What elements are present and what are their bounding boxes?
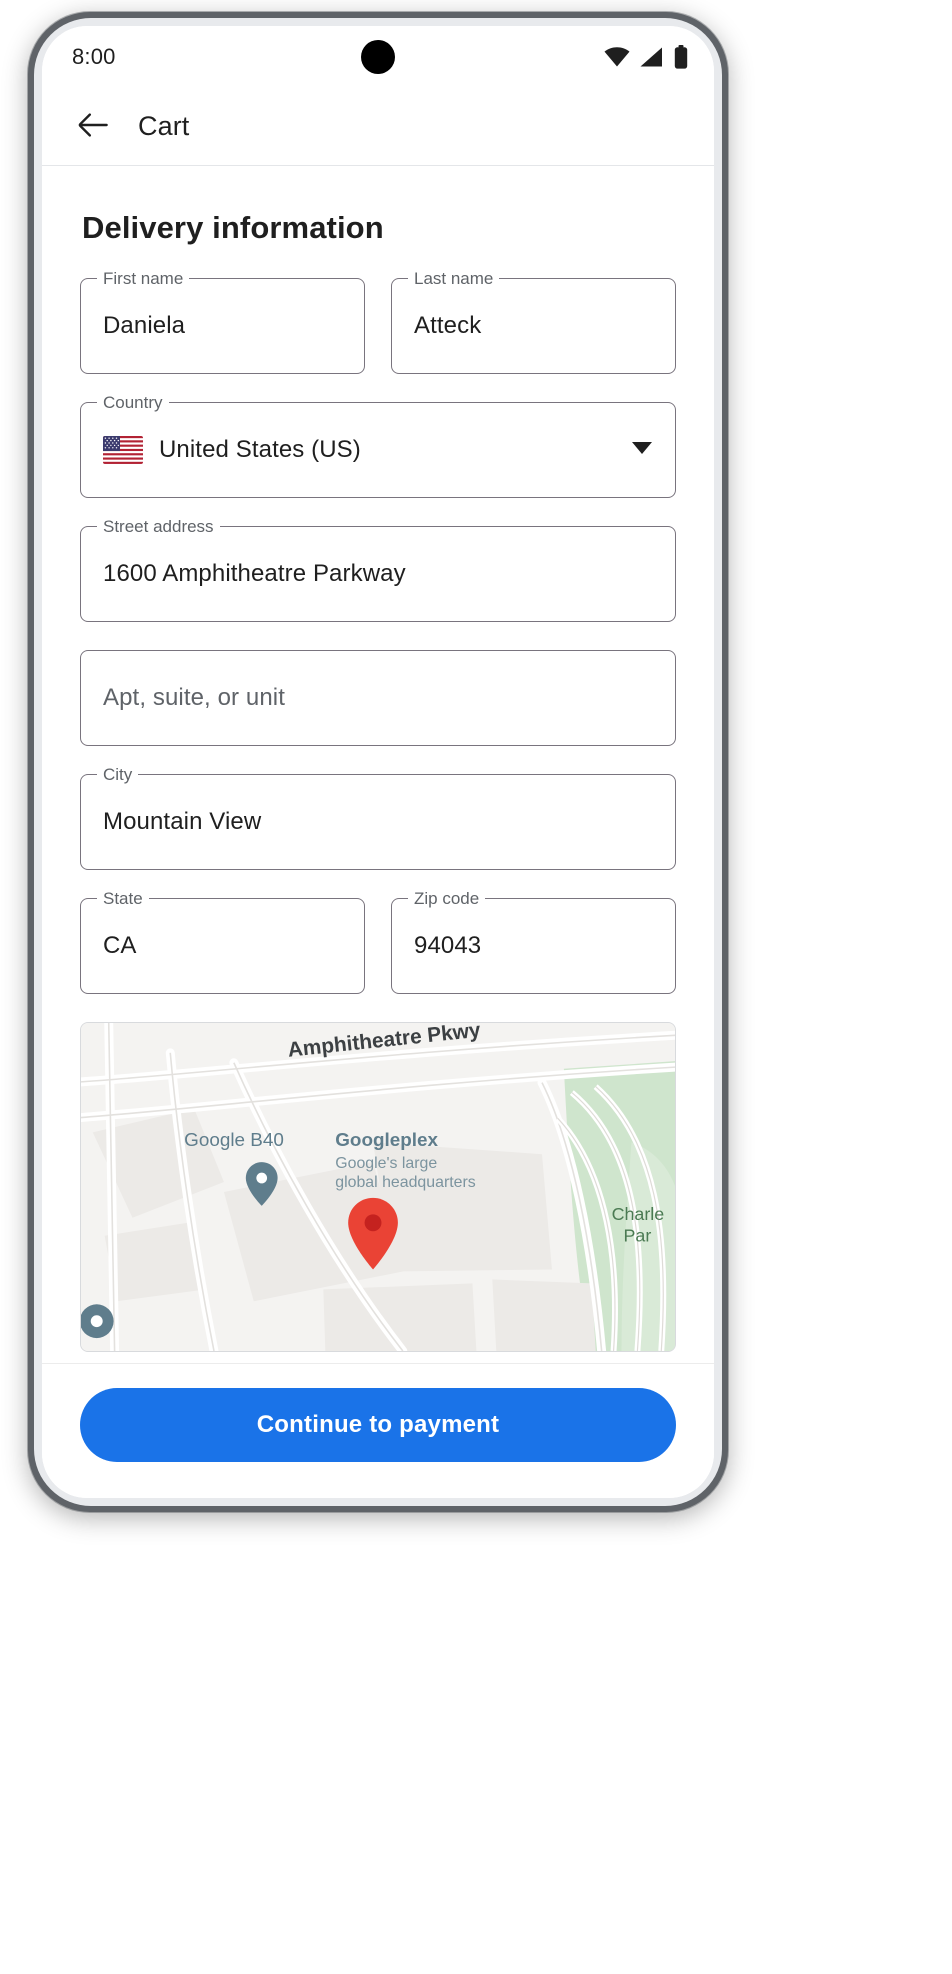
city-field[interactable]: City Mountain View (80, 765, 676, 870)
apt-suite-unit-placeholder[interactable]: Apt, suite, or unit (103, 684, 285, 712)
us-flag-icon (103, 436, 143, 464)
country-field[interactable]: Country United States (US) (80, 393, 676, 498)
map-poi-park-label-line2: Par (624, 1226, 652, 1246)
bottom-action-bar: Continue to payment (42, 1363, 714, 1498)
delivery-form-scroll-area[interactable]: Delivery information First name Daniela … (42, 166, 714, 1363)
phone-screen: 8:00 Cart Delivery information First nam… (42, 26, 714, 1498)
first-name-field[interactable]: First name Daniela (80, 269, 365, 374)
zip-code-input[interactable]: 94043 (414, 932, 481, 960)
map-canvas: Amphitheatre Pkwy Google B40 Googleplex … (81, 1023, 675, 1351)
app-bar: Cart (42, 88, 714, 166)
front-camera-punch-hole (361, 40, 395, 74)
chevron-down-icon[interactable] (631, 441, 653, 460)
name-field-row: First name Daniela Last name Atteck (80, 269, 676, 374)
map-poi-park-label: Charle (612, 1204, 665, 1224)
arrow-back-icon (77, 111, 109, 142)
state-zip-field-row: State CA Zip code 94043 (80, 889, 676, 994)
state-field[interactable]: State CA (80, 889, 365, 994)
page-title: Cart (138, 111, 190, 141)
last-name-label: Last name (408, 269, 500, 289)
street-address-field[interactable]: Street address 1600 Amphitheatre Parkway (80, 517, 676, 622)
first-name-label: First name (97, 269, 190, 289)
address-map-preview[interactable]: Amphitheatre Pkwy Google B40 Googleplex … (80, 1022, 676, 1352)
country-label: Country (97, 393, 169, 413)
map-poi-googleplex-line2: global headquarters (335, 1174, 476, 1191)
first-name-input[interactable]: Daniela (103, 312, 185, 340)
status-bar: 8:00 (42, 26, 714, 88)
status-bar-clock: 8:00 (72, 44, 116, 69)
battery-icon (674, 45, 688, 69)
city-label: City (97, 765, 139, 785)
last-name-field[interactable]: Last name Atteck (391, 269, 676, 374)
map-poi-b40-label: Google B40 (184, 1130, 284, 1151)
last-name-input[interactable]: Atteck (414, 312, 481, 340)
state-label: State (97, 889, 149, 909)
wifi-icon (604, 47, 630, 67)
street-address-input[interactable]: 1600 Amphitheatre Parkway (103, 560, 406, 588)
back-button[interactable] (72, 106, 114, 148)
cellular-signal-icon (640, 47, 664, 67)
country-selected-value[interactable]: United States (US) (159, 436, 361, 464)
continue-to-payment-button[interactable]: Continue to payment (80, 1388, 676, 1462)
zip-code-field[interactable]: Zip code 94043 (391, 889, 676, 994)
state-input[interactable]: CA (103, 932, 137, 960)
city-input[interactable]: Mountain View (103, 808, 261, 836)
zip-code-label: Zip code (408, 889, 486, 909)
map-poi-pin-secondary (81, 1304, 114, 1339)
phone-device-frame: 8:00 Cart Delivery information First nam… (28, 12, 728, 1512)
street-address-label: Street address (97, 517, 220, 537)
section-heading: Delivery information (82, 210, 384, 245)
map-poi-googleplex-title: Googleplex (335, 1130, 438, 1151)
map-poi-googleplex-line1: Google's large (335, 1155, 437, 1172)
status-bar-icons (604, 45, 688, 69)
apt-suite-unit-field[interactable]: Apt, suite, or unit (80, 650, 676, 746)
